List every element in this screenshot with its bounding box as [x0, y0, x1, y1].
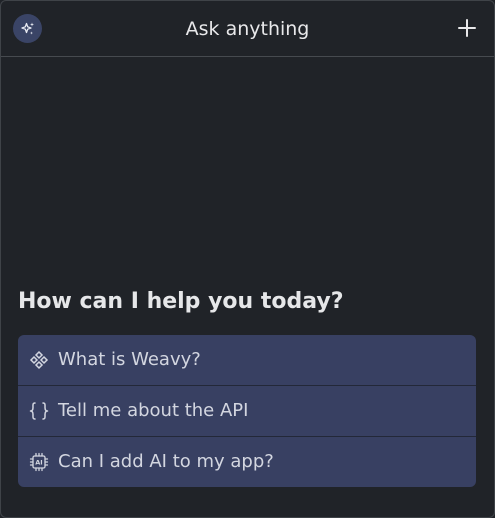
weavy-logo-icon	[28, 349, 50, 371]
suggestion-weavy[interactable]: What is Weavy?	[18, 335, 476, 385]
suggestion-label: What is Weavy?	[58, 349, 201, 370]
chat-panel: Ask anything How can I help you today? W…	[0, 0, 495, 518]
svg-text:AI: AI	[35, 459, 42, 467]
suggestion-label: Can I add AI to my app?	[58, 451, 274, 472]
chat-title: Ask anything	[185, 18, 310, 40]
suggestion-ai[interactable]: AI Can I add AI to my app?	[18, 436, 476, 487]
plus-icon	[458, 19, 476, 37]
greeting-heading: How can I help you today?	[18, 289, 344, 314]
header: Ask anything	[1, 1, 494, 57]
ai-chip-icon: AI	[28, 451, 50, 473]
suggestion-api[interactable]: Tell me about the API	[18, 385, 476, 436]
suggestion-list: What is Weavy? Tell me about the API AI …	[18, 335, 476, 487]
code-braces-icon	[28, 400, 50, 422]
new-chat-button[interactable]	[453, 14, 481, 42]
suggestion-label: Tell me about the API	[58, 400, 249, 421]
